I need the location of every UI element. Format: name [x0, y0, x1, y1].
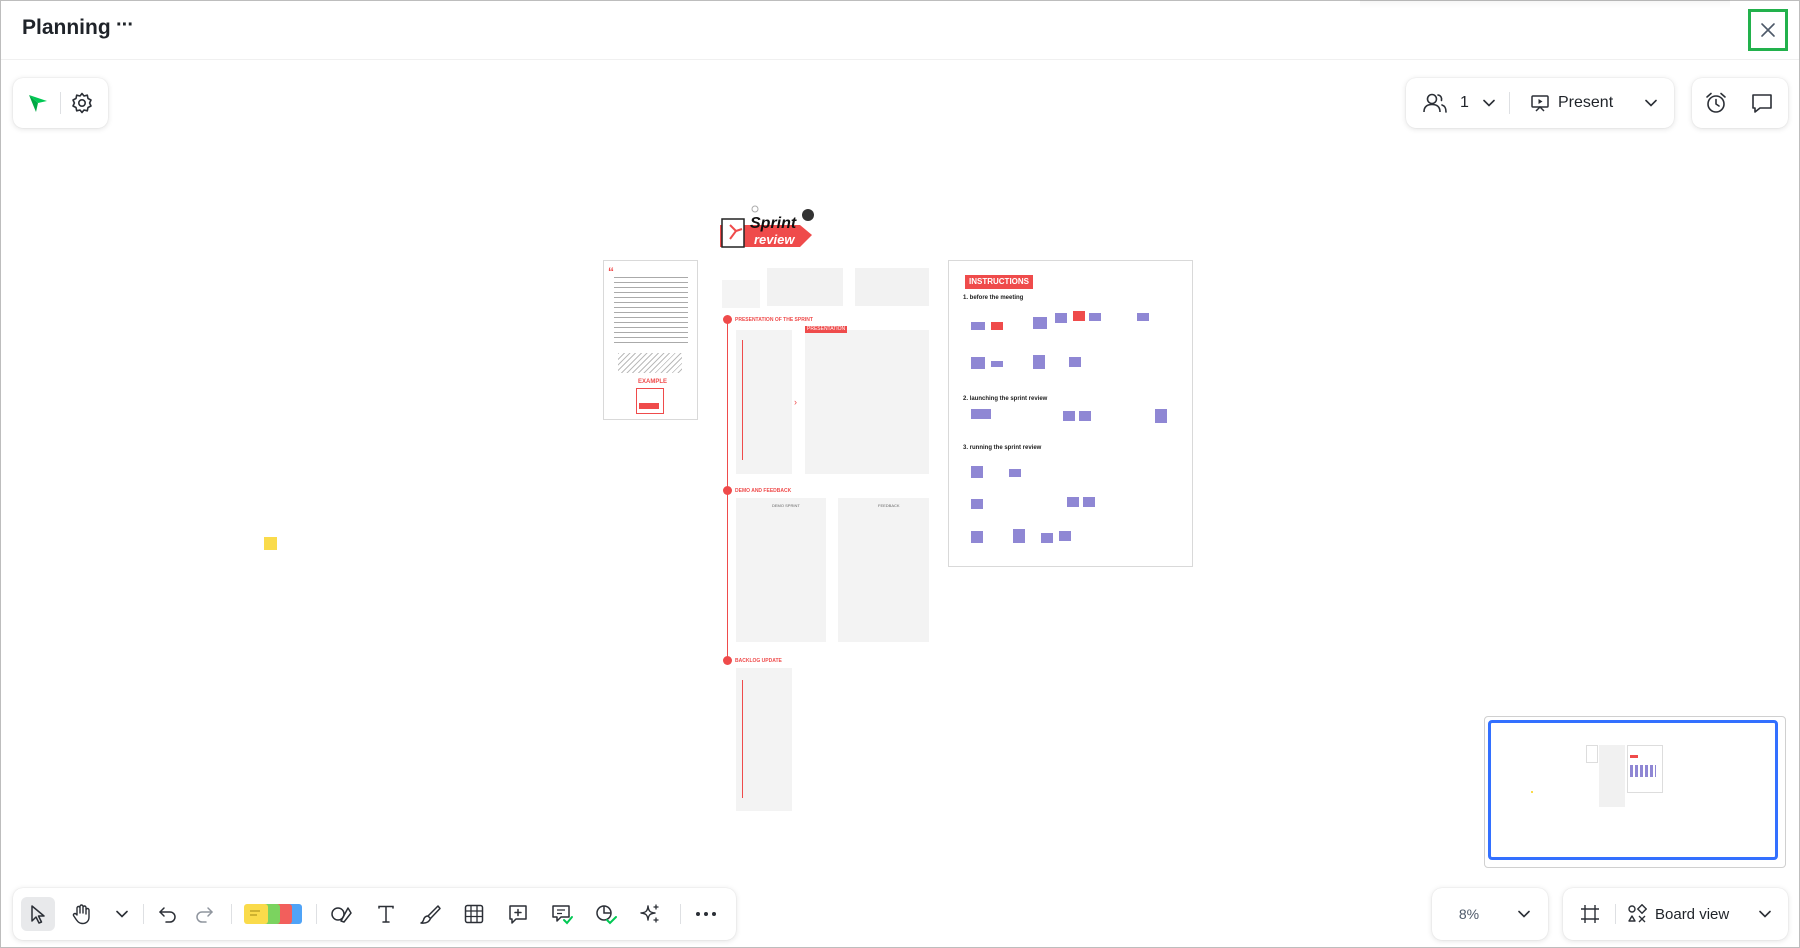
close-icon	[1760, 22, 1776, 38]
text-tool-button[interactable]	[369, 897, 403, 931]
board-view-label: Board view	[1655, 905, 1730, 923]
page-title[interactable]: Planning	[22, 16, 111, 40]
add-comment-icon	[507, 903, 529, 925]
timeline-marker-3	[723, 656, 732, 665]
hand-icon	[71, 903, 93, 925]
instructions-step-1: 1. before the meeting	[963, 295, 1024, 301]
sparkle-icon	[639, 903, 661, 925]
checklist-icon	[550, 903, 574, 925]
toolbar-divider	[231, 904, 232, 924]
more-horizontal-icon	[695, 911, 717, 917]
section-3-title: BACKLOG UPDATE	[735, 658, 782, 664]
top-block-b	[767, 268, 843, 306]
instructions-page[interactable]: INSTRUCTIONS 1. before the meeting 2. la…	[948, 260, 1193, 567]
board-view-dropdown[interactable]	[1751, 897, 1779, 931]
backlog-column	[736, 668, 792, 811]
presentation-panel: PRESENTATION	[805, 326, 929, 474]
presentation-tag: PRESENTATION	[805, 326, 848, 333]
sticky-notes-button[interactable]	[241, 897, 307, 931]
demo-panel: DEMO SPRINT	[736, 498, 826, 642]
chevron-down-icon	[1759, 910, 1771, 918]
templates-tool-button[interactable]	[589, 897, 623, 931]
toolbar-divider	[316, 904, 317, 924]
board-view-control: Board view	[1563, 888, 1788, 940]
redo-button[interactable]	[187, 897, 221, 931]
redo-icon	[194, 905, 214, 923]
title-more-button[interactable]: ···	[116, 14, 134, 37]
frame-tool-button[interactable]	[1573, 897, 1607, 931]
table-tool-button[interactable]	[457, 897, 491, 931]
table-icon	[463, 903, 485, 925]
chevron-down-icon	[116, 910, 128, 918]
templates-icon	[594, 903, 618, 925]
top-block-a	[722, 280, 760, 308]
minimap[interactable]	[1484, 716, 1786, 868]
presentation-column	[736, 330, 792, 474]
undo-button[interactable]	[151, 897, 185, 931]
shapes-icon	[330, 903, 354, 925]
zoom-control: 8%	[1432, 888, 1548, 940]
instructions-step-3: 3. running the sprint review	[963, 445, 1042, 451]
board-view-icon	[1627, 904, 1647, 924]
ai-assist-button[interactable]	[633, 897, 667, 931]
feedback-col-label: FEEDBACK	[878, 503, 900, 508]
more-tools-button[interactable]	[689, 897, 723, 931]
board-view-divider	[1615, 904, 1616, 924]
feedback-panel: FEEDBACK	[838, 498, 929, 642]
timeline-marker-1	[723, 315, 732, 324]
comment-tool-button[interactable]	[501, 897, 535, 931]
minimap-viewport[interactable]	[1488, 720, 1778, 860]
zoom-value[interactable]: 8%	[1444, 897, 1494, 931]
shape-tool-button[interactable]	[325, 897, 359, 931]
example-text-lines	[614, 277, 688, 347]
next-arrow-icon: ›	[794, 397, 797, 407]
demo-col-label: DEMO SPRINT	[772, 503, 800, 508]
example-page[interactable]: “ EXAMPLE	[603, 260, 698, 420]
timeline-marker-2	[723, 486, 732, 495]
chevron-down-icon	[1518, 910, 1530, 918]
pen-tool-button[interactable]	[413, 897, 447, 931]
example-label: EXAMPLE	[638, 379, 668, 385]
text-icon	[376, 904, 396, 924]
section-1-title: PRESENTATION OF THE SPRINT	[735, 317, 813, 323]
brush-icon	[419, 903, 441, 925]
zoom-dropdown[interactable]	[1510, 897, 1538, 931]
example-sketch	[618, 353, 682, 373]
section-2-title: DEMO AND FEEDBACK	[735, 488, 792, 494]
example-thumb	[636, 388, 664, 414]
instructions-heading: INSTRUCTIONS	[965, 275, 1033, 289]
pointer-icon	[28, 904, 48, 924]
sticky-notes-icon	[242, 901, 306, 927]
toolbar-divider	[143, 904, 144, 924]
sprint-review-logo[interactable]: Sprint review	[700, 205, 820, 255]
toolbar-divider	[680, 904, 681, 924]
select-tool-button[interactable]	[21, 897, 55, 931]
instructions-step-2: 2. launching the sprint review	[963, 396, 1048, 402]
tool-options-dropdown[interactable]	[109, 897, 135, 931]
top-right-fade	[1360, 0, 1730, 8]
undo-icon	[158, 905, 178, 923]
sprint-title-bottom: review	[754, 232, 795, 247]
frame-icon	[1579, 903, 1601, 925]
hand-tool-button[interactable]	[65, 897, 99, 931]
sticky-note[interactable]	[264, 537, 277, 550]
voting-tool-button[interactable]	[545, 897, 579, 931]
close-button[interactable]	[1748, 9, 1788, 51]
bottom-toolbar	[13, 888, 736, 940]
board-view-button[interactable]: Board view	[1621, 897, 1751, 931]
top-block-c	[855, 268, 929, 306]
sprint-title-top: Sprint	[750, 215, 797, 232]
